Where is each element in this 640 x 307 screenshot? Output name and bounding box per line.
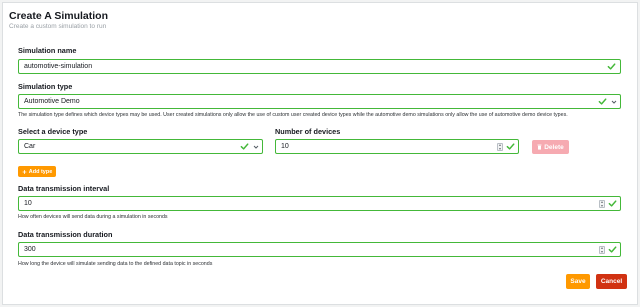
interval-input[interactable]: 10 — [18, 196, 621, 211]
page-title: Create A Simulation — [9, 10, 108, 22]
simulation-name-input[interactable]: automotive-simulation — [18, 59, 621, 74]
number-stepper[interactable] — [599, 246, 605, 254]
check-icon — [506, 142, 515, 151]
simulation-type-value: Automotive Demo — [24, 98, 80, 105]
chevron-down-icon — [253, 144, 259, 150]
simulation-name-value: automotive-simulation — [24, 63, 93, 70]
number-of-devices-value: 10 — [281, 143, 289, 150]
interval-value: 10 — [24, 200, 32, 207]
duration-input[interactable]: 300 — [18, 242, 621, 257]
save-button[interactable]: Save — [566, 274, 590, 289]
add-type-button[interactable]: Add type — [18, 166, 56, 177]
interval-label: Data transmission interval — [18, 184, 110, 193]
trash-icon — [537, 144, 542, 150]
number-of-devices-label: Number of devices — [275, 127, 341, 136]
simulation-type-help: The simulation type defines which device… — [18, 112, 568, 118]
simulation-type-label: Simulation type — [18, 82, 73, 91]
number-stepper[interactable] — [599, 200, 605, 208]
check-icon — [608, 199, 617, 208]
delete-button[interactable]: Delete — [532, 140, 569, 154]
plus-icon — [22, 169, 27, 175]
delete-button-label: Delete — [544, 143, 564, 151]
check-icon — [598, 97, 607, 106]
add-type-button-label: Add type — [28, 168, 53, 175]
check-icon — [240, 142, 249, 151]
check-icon — [608, 245, 617, 254]
number-of-devices-input[interactable]: 10 — [275, 139, 519, 154]
device-type-value: Car — [24, 143, 36, 150]
chevron-down-icon — [611, 99, 617, 105]
check-icon — [607, 62, 616, 71]
duration-value: 300 — [24, 246, 36, 253]
number-stepper[interactable] — [497, 143, 503, 151]
interval-help: How often devices will send data during … — [18, 214, 168, 220]
simulation-type-select[interactable]: Automotive Demo — [18, 94, 621, 109]
duration-label: Data transmission duration — [18, 230, 113, 239]
simulation-name-label: Simulation name — [18, 46, 77, 55]
device-type-label: Select a device type — [18, 127, 88, 136]
duration-help: How long the device will simulate sendin… — [18, 261, 213, 267]
cancel-button[interactable]: Cancel — [596, 274, 627, 289]
device-type-select[interactable]: Car — [18, 139, 263, 154]
page-subtitle: Create a custom simulation to run — [9, 23, 107, 30]
